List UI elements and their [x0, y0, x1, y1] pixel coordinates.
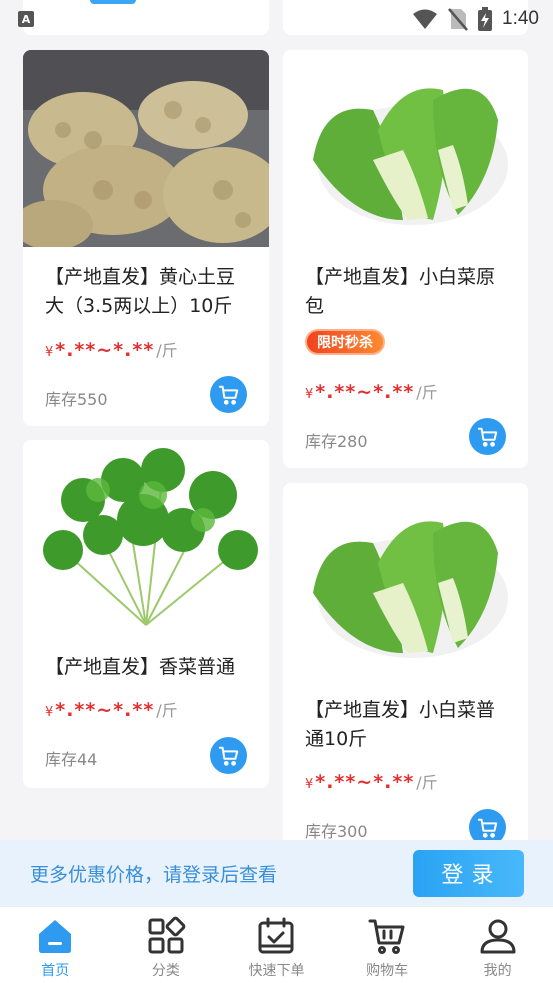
product-card[interactable]: 【产地直发】小白菜普通10斤 ¥ *.**~*.** /斤 库存300 [283, 483, 528, 853]
status-bar: A 1:40 [0, 0, 553, 38]
product-stock: 库存280 [305, 432, 368, 451]
product-image-cabbage [283, 50, 528, 247]
tab-home[interactable]: 首页 [0, 907, 111, 983]
cart-icon [368, 919, 405, 954]
product-title: 【产地直发】小白菜普通10斤 [305, 699, 496, 750]
login-button[interactable]: 登录 [413, 849, 524, 897]
accessibility-badge: A [18, 11, 34, 27]
add-to-cart-button[interactable] [210, 737, 247, 774]
tab-quick-order[interactable]: 快速下单 [221, 907, 332, 983]
add-to-cart-button[interactable] [469, 418, 506, 455]
product-title: 【产地直发】小白菜原包 [305, 266, 496, 317]
product-card[interactable]: 【产地直发】香菜普通 ¥ *.**~*.** /斤 库存44 [23, 440, 269, 788]
product-stock: 库存300 [305, 822, 368, 841]
tab-category[interactable]: 分类 [111, 907, 222, 983]
product-stock: 库存44 [45, 750, 98, 769]
login-hint: 更多优惠价格，请登录后查看 [30, 863, 278, 886]
category-icon [148, 916, 186, 954]
status-time: 1:40 [502, 8, 539, 29]
login-banner: 更多优惠价格，请登录后查看 登录 [0, 840, 553, 906]
battery-charging-icon [478, 7, 493, 31]
product-card[interactable]: 【产地直发】黄心土豆大（3.5两以上）10斤 ¥ *.**~*.** /斤 库存… [23, 50, 269, 426]
wifi-icon [413, 9, 438, 29]
product-price: ¥ *.**~*.** /斤 [45, 339, 178, 361]
product-price: ¥ *.**~*.** /斤 [45, 699, 178, 721]
product-card[interactable]: 【产地直发】小白菜原包 限时秒杀 ¥ *.**~*.** /斤 库存280 [283, 50, 528, 468]
add-to-cart-button[interactable] [210, 376, 247, 413]
tab-cart[interactable]: 购物车 [332, 907, 443, 983]
flash-sale-badge: 限时秒杀 [305, 329, 385, 355]
product-price: ¥ *.**~*.** /斤 [305, 381, 438, 403]
no-sim-icon [448, 8, 468, 31]
product-price: ¥ *.**~*.** /斤 [305, 771, 438, 793]
product-stock: 库存550 [45, 390, 108, 409]
home-icon [39, 920, 72, 953]
tab-profile[interactable]: 我的 [442, 907, 553, 983]
bottom-tab-bar: 首页 分类 快速下单 购物车 我的 [0, 906, 553, 983]
cart-icon [218, 746, 238, 766]
cart-icon [477, 818, 497, 838]
product-image-coriander [23, 440, 269, 637]
cart-icon [218, 385, 238, 405]
product-title: 【产地直发】黄心土豆大（3.5两以上）10斤 [45, 266, 236, 317]
cart-icon [477, 427, 497, 447]
product-image-cabbage [283, 483, 528, 680]
profile-icon [480, 919, 516, 954]
quick-order-icon [258, 917, 294, 954]
product-title: 【产地直发】香菜普通 [45, 656, 236, 678]
product-image-potato [23, 50, 269, 247]
